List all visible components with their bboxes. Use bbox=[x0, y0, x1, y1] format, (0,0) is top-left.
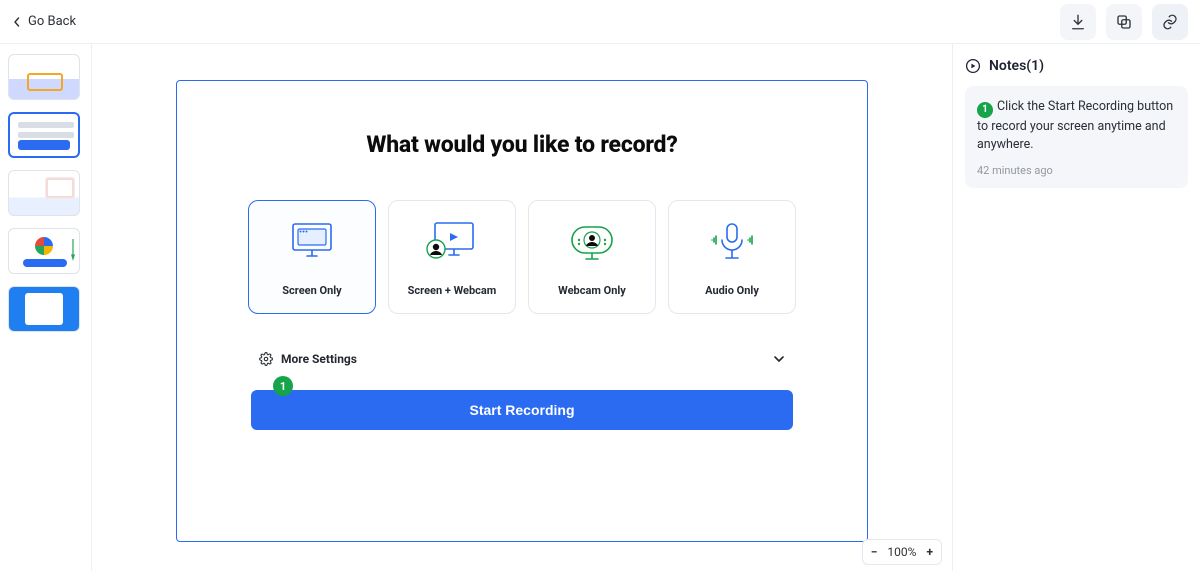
option-label: Screen + Webcam bbox=[408, 284, 497, 297]
note-step-badge: 1 bbox=[977, 102, 993, 118]
copy-icon bbox=[1115, 13, 1133, 31]
webcam-icon bbox=[563, 218, 621, 266]
thumbnail-5[interactable] bbox=[8, 286, 80, 332]
back-label: Go Back bbox=[28, 14, 76, 29]
content: What would you like to record? Screen On… bbox=[0, 44, 1200, 571]
zoom-level: 100% bbox=[887, 545, 916, 559]
top-bar: Go Back bbox=[0, 0, 1200, 44]
link-button[interactable] bbox=[1152, 4, 1188, 40]
zoom-in-button[interactable]: + bbox=[926, 545, 933, 559]
step-badge: 1 bbox=[273, 376, 293, 396]
notes-caret-icon bbox=[965, 58, 981, 74]
notes-heading: Notes(1) bbox=[965, 58, 1188, 74]
more-settings-label: More Settings bbox=[281, 352, 357, 366]
option-audio-only[interactable]: Audio Only bbox=[668, 200, 796, 314]
note-text: Click the Start Recording button to reco… bbox=[977, 99, 1173, 152]
thumbnail-strip bbox=[0, 44, 92, 571]
download-icon bbox=[1069, 13, 1087, 31]
chevron-down-icon bbox=[773, 353, 785, 365]
option-screen-webcam[interactable]: Screen + Webcam bbox=[388, 200, 516, 314]
copy-button[interactable] bbox=[1106, 4, 1142, 40]
zoom-control[interactable]: − 100% + bbox=[862, 539, 942, 565]
monitor-webcam-icon bbox=[423, 218, 481, 266]
thumbnail-4[interactable] bbox=[8, 228, 80, 274]
notes-heading-label: Notes(1) bbox=[989, 58, 1044, 74]
thumbnail-1[interactable] bbox=[8, 54, 80, 100]
recorder-panel: What would you like to record? Screen On… bbox=[176, 80, 868, 542]
microphone-icon bbox=[703, 218, 761, 266]
download-button[interactable] bbox=[1060, 4, 1096, 40]
option-label: Webcam Only bbox=[558, 284, 626, 297]
canvas-area: What would you like to record? Screen On… bbox=[92, 44, 952, 571]
gear-icon bbox=[259, 352, 273, 366]
option-webcam-only[interactable]: Webcam Only bbox=[528, 200, 656, 314]
monitor-icon bbox=[283, 218, 341, 266]
link-icon bbox=[1161, 13, 1179, 31]
thumbnail-3[interactable] bbox=[8, 170, 80, 216]
chevron-left-icon bbox=[12, 17, 22, 27]
back-button[interactable]: Go Back bbox=[12, 14, 76, 29]
start-recording-button[interactable]: Start Recording bbox=[251, 390, 793, 430]
zoom-out-button[interactable]: − bbox=[871, 545, 878, 559]
page-title: What would you like to record? bbox=[366, 131, 677, 158]
note-item[interactable]: 1Click the Start Recording button to rec… bbox=[965, 86, 1188, 188]
recording-options: Screen Only Screen bbox=[248, 200, 796, 314]
option-screen-only[interactable]: Screen Only bbox=[248, 200, 376, 314]
thumbnail-2[interactable] bbox=[8, 112, 80, 158]
notes-panel: Notes(1) 1Click the Start Recording butt… bbox=[952, 44, 1200, 571]
top-actions bbox=[1060, 4, 1188, 40]
option-label: Screen Only bbox=[282, 284, 341, 297]
option-label: Audio Only bbox=[705, 284, 759, 297]
note-timestamp: 42 minutes ago bbox=[977, 163, 1176, 179]
more-settings-toggle[interactable]: More Settings bbox=[251, 348, 793, 370]
